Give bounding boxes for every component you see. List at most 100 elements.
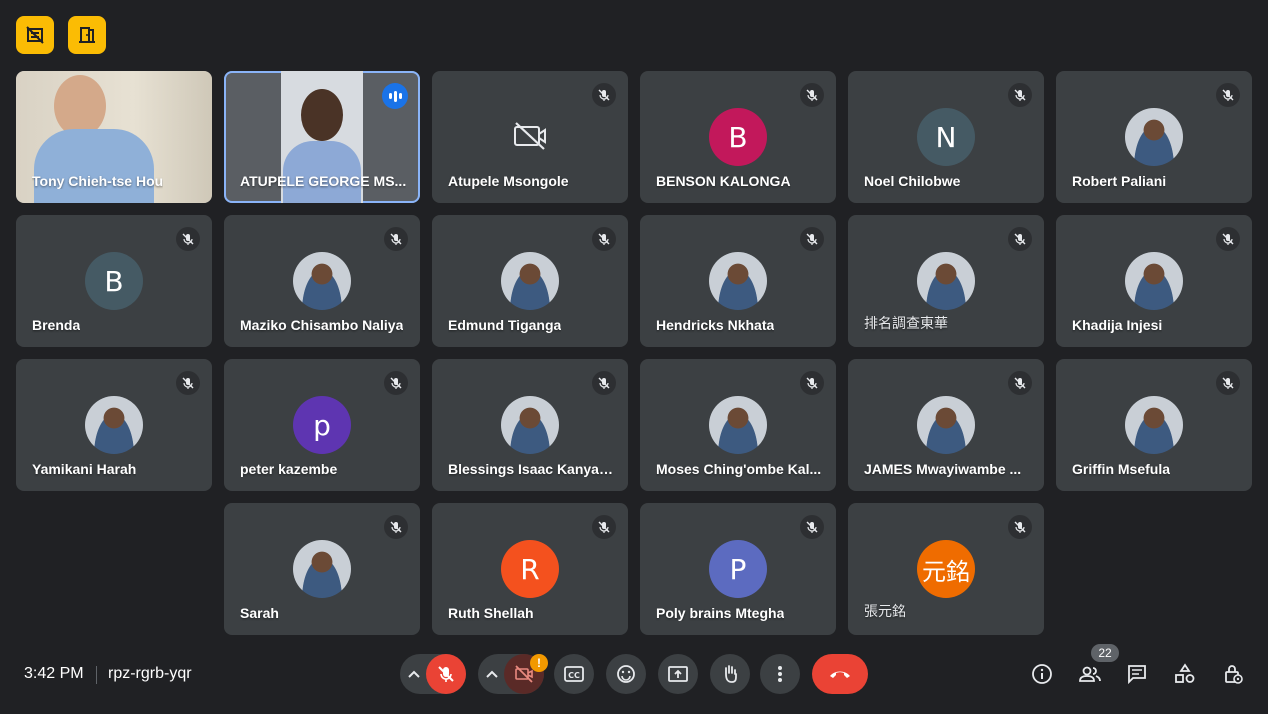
participant-tile[interactable]: 元銘 張元銘	[848, 503, 1044, 635]
participant-tile[interactable]: Blessings Isaac Kanyan...	[432, 359, 628, 491]
mic-off-icon	[1222, 233, 1234, 245]
camera-alert-badge: !	[530, 654, 548, 672]
avatar	[293, 252, 351, 310]
participant-tile[interactable]: Edmund Tiganga	[432, 215, 628, 347]
video-options-button[interactable]	[484, 666, 500, 687]
muted-indicator	[1216, 83, 1240, 107]
muted-indicator	[592, 83, 616, 107]
avatar	[709, 252, 767, 310]
audio-options-button[interactable]	[406, 666, 422, 687]
muted-indicator	[1008, 515, 1032, 539]
avatar	[1125, 108, 1183, 166]
mic-off-icon	[182, 233, 194, 245]
participant-name: Hendricks Nkhata	[656, 317, 775, 333]
avatar	[85, 396, 143, 454]
host-lock-icon	[1225, 665, 1243, 684]
avatar: 元銘	[917, 540, 975, 598]
reactions-button[interactable]	[606, 654, 646, 694]
muted-indicator	[1008, 83, 1032, 107]
muted-indicator	[800, 83, 824, 107]
mic-off-icon	[806, 377, 818, 389]
participant-tile[interactable]: Tony Chieh-tse Hou	[16, 71, 212, 203]
participant-tile[interactable]: Maziko Chisambo Naliya	[224, 215, 420, 347]
participant-name: Noel Chilobwe	[864, 173, 961, 189]
meeting-details-button[interactable]	[1028, 660, 1056, 688]
avatar	[917, 252, 975, 310]
muted-indicator	[176, 227, 200, 251]
participant-name: Maziko Chisambo Naliya	[240, 317, 404, 333]
participant-name: BENSON KALONGA	[656, 173, 791, 189]
participant-name: peter kazembe	[240, 461, 338, 477]
participant-tile[interactable]: Khadija Injesi	[1056, 215, 1252, 347]
participant-tile[interactable]: 排名調查東華	[848, 215, 1044, 347]
mic-off-icon	[598, 521, 610, 533]
muted-indicator	[384, 227, 408, 251]
mic-off-icon	[806, 233, 818, 245]
participant-name: Brenda	[32, 317, 81, 333]
chat-button[interactable]	[1123, 660, 1151, 688]
muted-indicator	[384, 515, 408, 539]
activities-button[interactable]	[1171, 660, 1199, 688]
participant-name: Tony Chieh-tse Hou	[32, 173, 164, 189]
leave-button[interactable]	[68, 16, 106, 54]
participant-name: 排名調查東華	[864, 315, 948, 331]
participant-tile[interactable]: p peter kazembe	[224, 359, 420, 491]
avatar	[917, 396, 975, 454]
participant-tile[interactable]: Robert Paliani	[1056, 71, 1252, 203]
avatar	[501, 396, 559, 454]
avatar	[501, 252, 559, 310]
people-icon	[1079, 666, 1101, 682]
participant-tile[interactable]: Hendricks Nkhata	[640, 215, 836, 347]
participant-tile[interactable]: Yamikani Harah	[16, 359, 212, 491]
mic-off-icon	[1222, 377, 1234, 389]
speaking-indicator-icon	[382, 83, 408, 109]
mic-off-icon	[806, 89, 818, 101]
participant-tile[interactable]: ATUPELE GEORGE MS...	[224, 71, 420, 203]
avatar: P	[709, 540, 767, 598]
participant-name: Blessings Isaac Kanyan...	[448, 461, 618, 477]
avatar: B	[85, 252, 143, 310]
mic-off-icon	[598, 377, 610, 389]
participant-name: Khadija Injesi	[1072, 317, 1163, 333]
mic-off-icon	[438, 666, 454, 682]
mic-off-icon	[598, 233, 610, 245]
mic-off-icon	[1014, 521, 1026, 533]
participant-tile[interactable]: Sarah	[224, 503, 420, 635]
participant-tile[interactable]: Griffin Msefula	[1056, 359, 1252, 491]
bottom-bar: 3:42 PM rpz-rgrb-yqr ! CC 22	[0, 644, 1268, 704]
participant-tile[interactable]: JAMES Mwayiwambe ...	[848, 359, 1044, 491]
avatar: R	[501, 540, 559, 598]
mic-off-icon	[182, 377, 194, 389]
participant-name: Sarah	[240, 605, 279, 621]
raise-hand-button[interactable]	[710, 654, 750, 694]
participant-tile[interactable]: P Poly brains Mtegha	[640, 503, 836, 635]
mic-off-icon	[1014, 89, 1026, 101]
muted-indicator	[592, 371, 616, 395]
mic-off-icon	[806, 521, 818, 533]
participant-name: Edmund Tiganga	[448, 317, 562, 333]
participant-tile[interactable]: Moses Ching'ombe Kal...	[640, 359, 836, 491]
activities-icon	[1175, 663, 1195, 683]
participant-tile[interactable]: B BENSON KALONGA	[640, 71, 836, 203]
present-icon	[668, 666, 688, 682]
people-button[interactable]	[1076, 660, 1104, 688]
muted-indicator	[1216, 371, 1240, 395]
present-button[interactable]	[658, 654, 698, 694]
captions-button[interactable]: CC	[554, 654, 594, 694]
chevron-up-icon	[486, 670, 498, 678]
mic-off-icon	[390, 377, 402, 389]
muted-indicator	[800, 227, 824, 251]
leave-call-button[interactable]	[812, 654, 868, 694]
mic-toggle-button[interactable]	[426, 654, 466, 694]
participant-tile[interactable]: N Noel Chilobwe	[848, 71, 1044, 203]
emoji-icon	[617, 665, 635, 683]
participant-tile[interactable]: B Brenda	[16, 215, 212, 347]
participant-name: Yamikani Harah	[32, 461, 137, 477]
participant-tile[interactable]: Atupele Msongole	[432, 71, 628, 203]
host-controls-button[interactable]	[16, 16, 54, 54]
host-controls-lock-button[interactable]	[1219, 660, 1247, 688]
more-options-button[interactable]	[760, 654, 800, 694]
participant-tile[interactable]: R Ruth Shellah	[432, 503, 628, 635]
mic-off-icon	[1014, 377, 1026, 389]
muted-indicator	[176, 371, 200, 395]
